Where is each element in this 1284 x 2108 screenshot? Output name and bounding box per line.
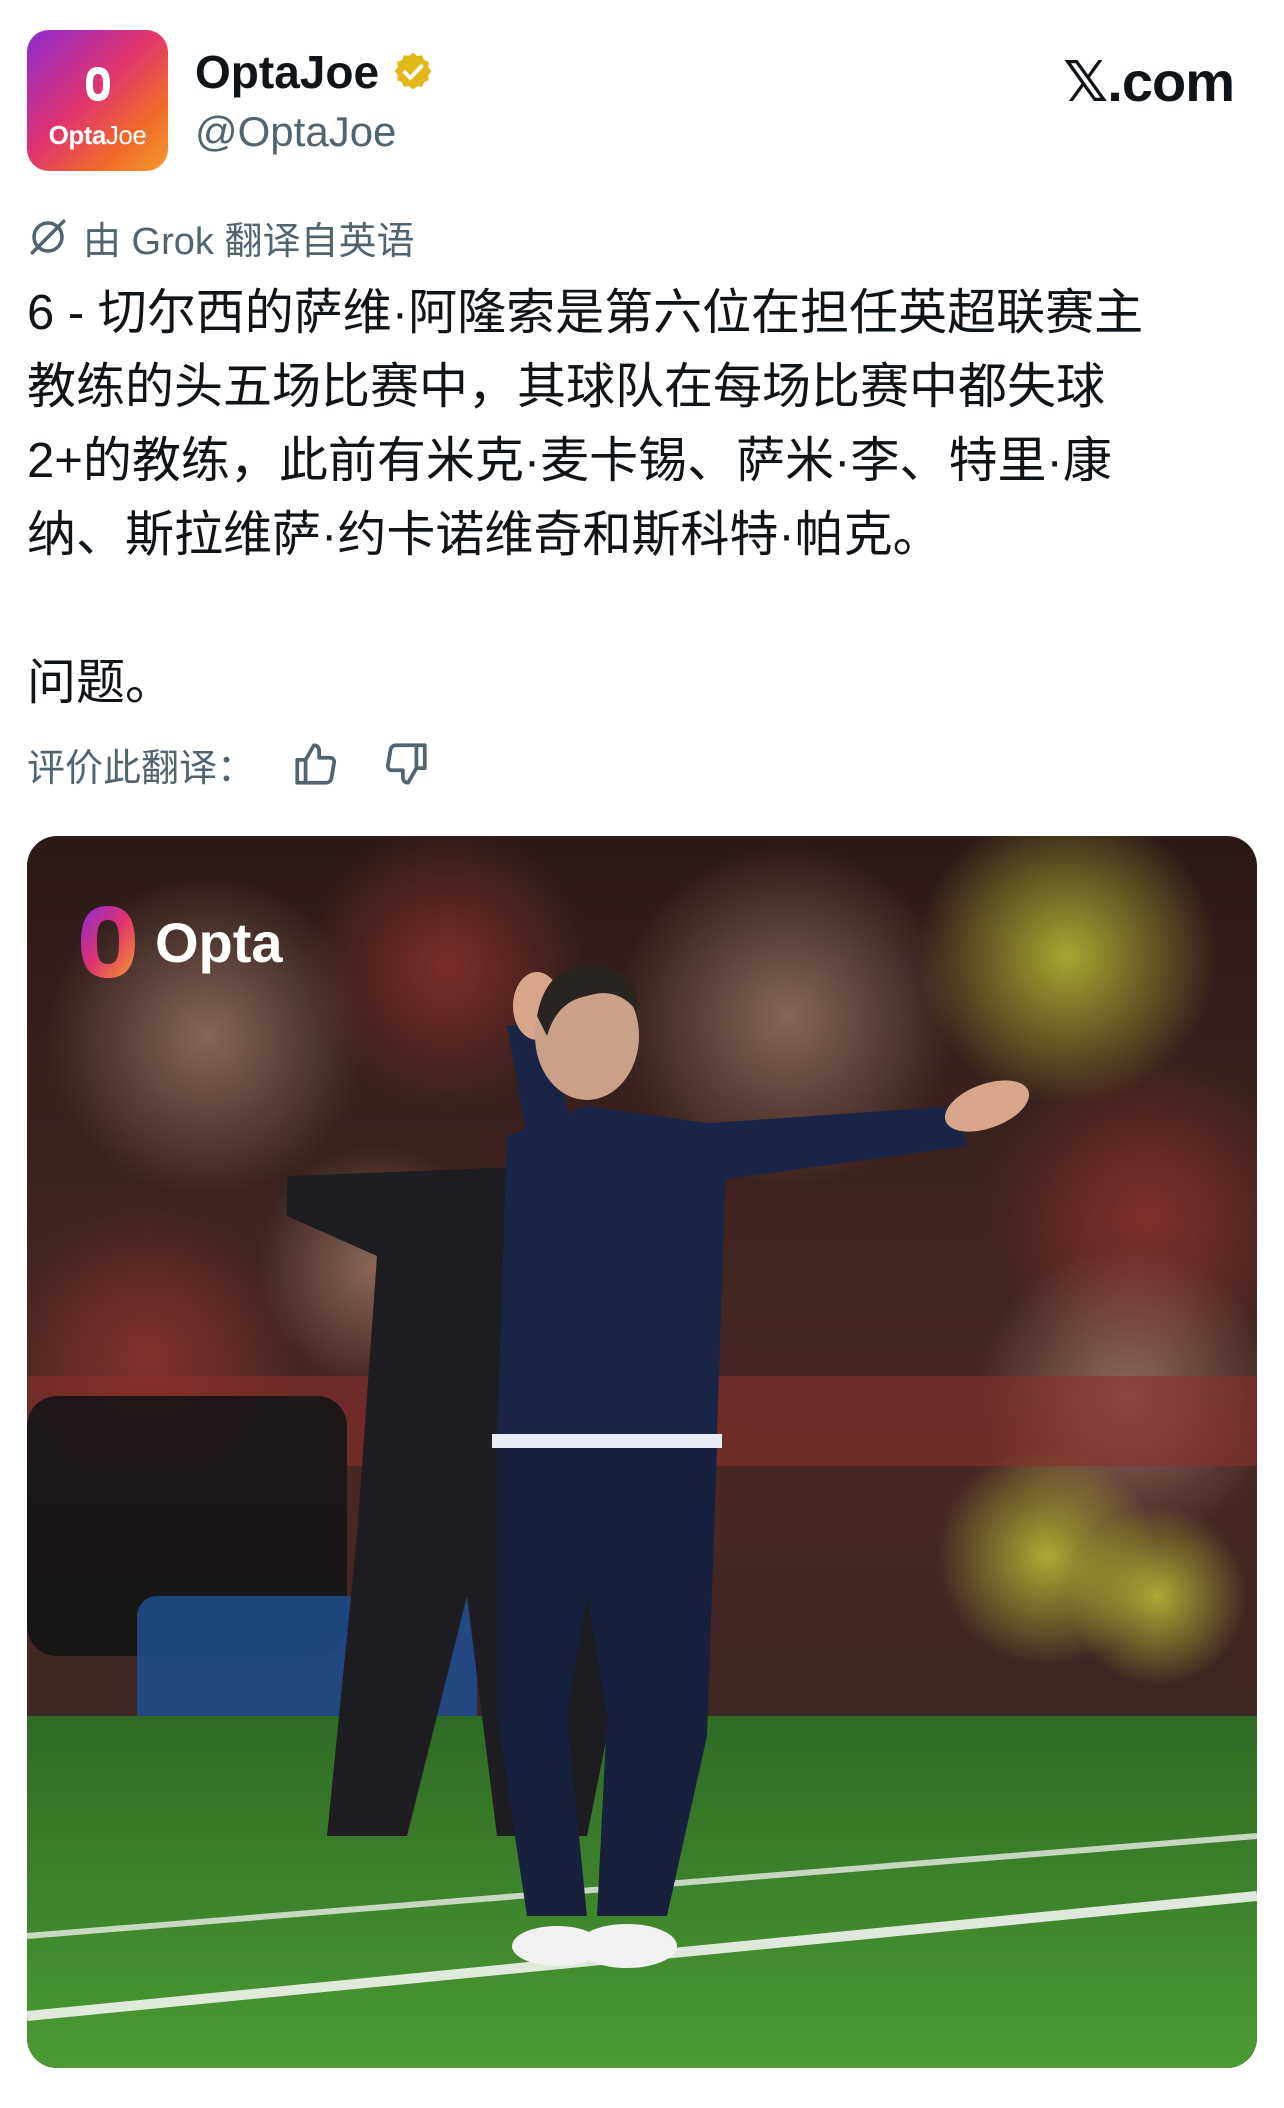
- opta-mark-icon: [85, 67, 110, 101]
- avatar-label: OptaJoe: [48, 120, 147, 150]
- rate-translation: 评价此翻译：: [27, 736, 471, 792]
- thumbs-up-icon[interactable]: [291, 739, 341, 789]
- author-display-name[interactable]: OptaJoe: [195, 44, 435, 100]
- grok-icon: [30, 219, 66, 255]
- opta-watermark: Opta: [77, 902, 283, 982]
- translation-note: 由 Grok 翻译自英语: [27, 212, 415, 263]
- opta-watermark-text: Opta: [155, 910, 283, 974]
- x-com-logo: 𝕏.com: [1063, 50, 1235, 113]
- opta-logo-icon: [81, 906, 135, 978]
- thumbs-down-icon[interactable]: [381, 739, 431, 789]
- author-avatar[interactable]: OptaJoe: [27, 30, 168, 171]
- translation-note-text: 由 Grok 翻译自英语: [83, 220, 415, 263]
- rate-translation-label: 评价此翻译：: [27, 747, 256, 790]
- tweet-text: 6 - 切尔西的萨维·阿隆索是第六位在担任英超联赛主 教练的头五场比赛中，其球队…: [27, 286, 1144, 710]
- photo-coach-on-touchline: [27, 836, 1257, 2068]
- tweet-photo[interactable]: Opta: [27, 836, 1257, 2068]
- author-handle[interactable]: @OptaJoe: [195, 106, 396, 158]
- verified-badge-icon: [394, 52, 432, 90]
- display-name-text[interactable]: OptaJoe: [195, 44, 379, 100]
